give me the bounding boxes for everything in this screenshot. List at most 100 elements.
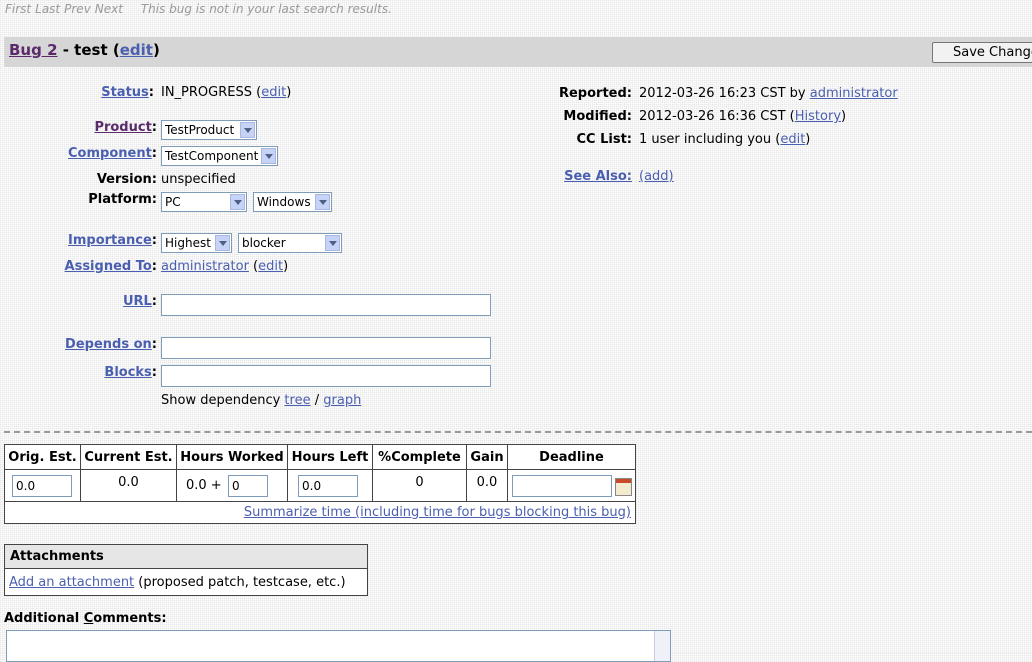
status-label: Status: bbox=[101, 85, 154, 100]
version-label: Version: bbox=[96, 172, 157, 187]
time-tracking-table: Orig. Est. Current Est. Hours Worked Hou… bbox=[4, 444, 636, 524]
nav-prev: Prev bbox=[64, 2, 91, 16]
current-est-value: 0.0 bbox=[80, 469, 177, 502]
dependency-graph-link[interactable]: graph bbox=[323, 393, 361, 408]
status-link[interactable]: Status bbox=[101, 85, 149, 100]
url-link[interactable]: URL bbox=[123, 294, 152, 309]
assigned-to-link[interactable]: Assigned To bbox=[65, 259, 152, 274]
complete-header: %Complete bbox=[372, 444, 467, 470]
depends-on-input[interactable] bbox=[161, 337, 491, 359]
reporter-link[interactable]: administrator bbox=[810, 86, 898, 101]
add-attachment-note: (proposed patch, testcase, etc.) bbox=[138, 575, 346, 590]
comments-textarea[interactable] bbox=[6, 630, 671, 662]
orig-est-input[interactable] bbox=[12, 475, 72, 497]
current-est-header: Current Est. bbox=[80, 444, 177, 470]
chevron-down-icon bbox=[315, 194, 330, 210]
chevron-down-icon bbox=[261, 148, 276, 164]
see-also-value: (add) bbox=[639, 169, 674, 184]
attachments-row: Add an attachment (proposed patch, testc… bbox=[9, 575, 346, 590]
orig-est-cell bbox=[4, 469, 81, 502]
hours-worked-cell: 0.0 + bbox=[176, 469, 288, 502]
component-label: Component: bbox=[68, 146, 157, 161]
edit-summary-link[interactable]: edit bbox=[120, 41, 153, 59]
url-input[interactable] bbox=[161, 294, 491, 316]
depends-on-link[interactable]: Depends on bbox=[65, 337, 152, 352]
chevron-down-icon bbox=[240, 122, 255, 138]
search-note: This bug is not in your last search resu… bbox=[140, 2, 392, 16]
search-navigation: First Last Prev Next This bug is not in you… bbox=[5, 2, 396, 16]
gain-value: 0.0 bbox=[466, 469, 508, 502]
bug-link[interactable]: Bug 2 bbox=[9, 41, 58, 59]
cc-list-value: 1 user including you (edit) bbox=[639, 132, 811, 147]
complete-value: 0 bbox=[372, 469, 467, 502]
hardware-select[interactable]: PC bbox=[161, 192, 247, 212]
bug-summary: - test ( bbox=[57, 41, 120, 59]
attachments-box: Attachments Add an attachment (proposed … bbox=[4, 544, 368, 596]
priority-select[interactable]: Highest bbox=[161, 233, 232, 253]
assignee-edit-link[interactable]: edit bbox=[258, 259, 283, 274]
blocks-link[interactable]: Blocks bbox=[104, 365, 151, 380]
nav-next: Next bbox=[94, 2, 123, 16]
nav-first: First bbox=[5, 2, 32, 16]
additional-comments-label: Additional Comments: bbox=[4, 611, 167, 626]
chevron-down-icon bbox=[230, 194, 245, 210]
platform-label: Platform: bbox=[88, 192, 157, 207]
chevron-down-icon bbox=[215, 235, 230, 251]
hours-left-header: Hours Left bbox=[287, 444, 373, 470]
modified-value: 2012-03-26 16:36 CST (History) bbox=[639, 109, 847, 124]
page-title: Bug 2 - test (edit) bbox=[9, 41, 160, 59]
deadline-header: Deadline bbox=[507, 444, 636, 470]
scrollbar[interactable] bbox=[654, 631, 670, 661]
gain-header: Gain bbox=[466, 444, 508, 470]
os-select[interactable]: Windows bbox=[253, 192, 332, 212]
see-also-link[interactable]: See Also: bbox=[564, 169, 632, 184]
nav-last: Last bbox=[35, 2, 61, 16]
time-value-row: 0.0 0.0 + 0 0.0 bbox=[4, 469, 636, 502]
component-select[interactable]: TestComponent bbox=[161, 146, 278, 166]
cc-edit-link[interactable]: edit bbox=[780, 132, 805, 147]
dependency-links: Show dependency tree / graph bbox=[161, 393, 362, 408]
save-changes-button[interactable]: Save Changes bbox=[932, 42, 1032, 63]
status-value: IN_PROGRESS (edit) bbox=[161, 85, 292, 100]
hours-left-cell bbox=[287, 469, 373, 502]
depends-on-label: Depends on: bbox=[65, 337, 157, 352]
assigned-to-value: administrator (edit) bbox=[161, 259, 289, 274]
see-also-label: See Also: bbox=[540, 169, 632, 184]
url-label: URL: bbox=[122, 294, 157, 309]
importance-link[interactable]: Importance bbox=[68, 233, 152, 248]
component-link[interactable]: Component bbox=[68, 146, 152, 161]
hours-worked-input[interactable] bbox=[228, 475, 268, 497]
importance-label: Importance: bbox=[68, 233, 157, 248]
summarize-time-link[interactable]: Summarize time (including time for bugs … bbox=[244, 505, 631, 520]
summarize-cell: Summarize time (including time for bugs … bbox=[4, 501, 636, 524]
hours-worked-header: Hours Worked bbox=[176, 444, 288, 470]
product-label: Product: bbox=[94, 120, 157, 135]
product-link[interactable]: Product bbox=[94, 120, 151, 135]
deadline-cell bbox=[507, 469, 636, 502]
version-value: unspecified bbox=[161, 172, 236, 187]
orig-est-header: Orig. Est. bbox=[4, 444, 81, 470]
reported-value: 2012-03-26 16:23 CST by administrator bbox=[639, 86, 898, 101]
blocks-input[interactable] bbox=[161, 365, 491, 387]
hours-left-input[interactable] bbox=[298, 475, 358, 497]
section-divider bbox=[4, 431, 1032, 433]
blocks-label: Blocks: bbox=[104, 365, 157, 380]
status-edit-link[interactable]: edit bbox=[261, 85, 286, 100]
modified-label: Modified: bbox=[563, 109, 632, 124]
time-header-row: Orig. Est. Current Est. Hours Worked Hou… bbox=[4, 444, 636, 470]
deadline-input[interactable] bbox=[512, 475, 612, 497]
cc-list-label: CC List: bbox=[576, 132, 633, 147]
dependency-tree-link[interactable]: tree bbox=[284, 393, 310, 408]
attachments-header: Attachments bbox=[5, 545, 367, 569]
summarize-row: Summarize time (including time for bugs … bbox=[4, 501, 636, 524]
chevron-down-icon bbox=[325, 235, 340, 251]
add-attachment-link[interactable]: Add an attachment bbox=[9, 575, 134, 590]
reported-label: Reported: bbox=[558, 86, 632, 101]
severity-select[interactable]: blocker bbox=[238, 233, 342, 253]
assignee-link[interactable]: administrator bbox=[161, 259, 249, 274]
assigned-to-label: Assigned To: bbox=[64, 259, 157, 274]
calendar-icon[interactable] bbox=[615, 478, 632, 496]
history-link[interactable]: History bbox=[795, 109, 841, 124]
see-also-add-link[interactable]: (add) bbox=[639, 169, 674, 184]
product-select[interactable]: TestProduct bbox=[161, 120, 257, 140]
